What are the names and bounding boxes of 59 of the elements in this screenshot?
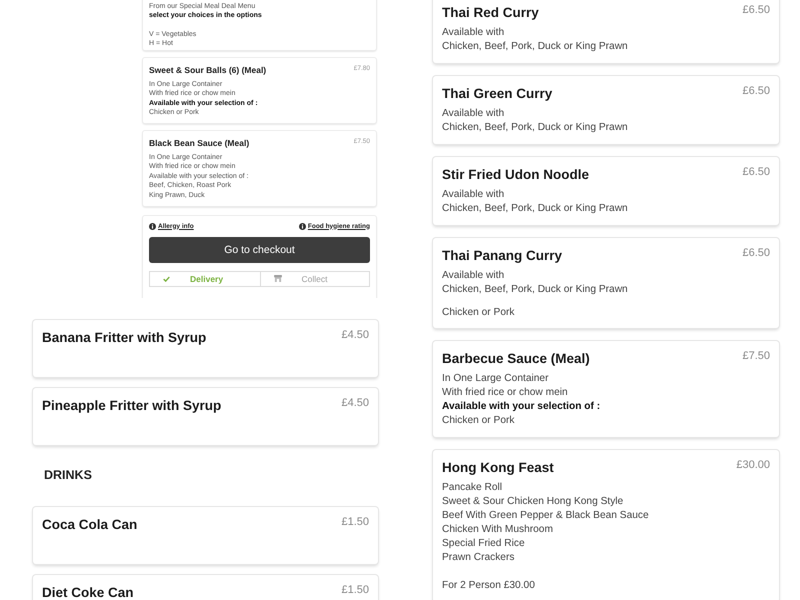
- description-line: For 2 Person £30.00: [442, 579, 536, 593]
- menu-item-card[interactable]: Hong Kong Feast £30.00 Pancake Roll Sweet & Sour Chicken Hong Kong Style Beef With Green Pepper & Black Bean Sauce Chicken With Mushroom Special Fried Rice Prawn Crackers For 2 Person £30.00: [433, 450, 779, 600]
- shop-icon: [274, 275, 282, 282]
- description-line: Available with: [442, 107, 506, 121]
- item-price: £30.00: [736, 458, 770, 472]
- description-line: Available with your selection of :: [442, 400, 602, 414]
- item-price: £6.50: [742, 84, 770, 98]
- item-name: Thai Panang Curry: [442, 248, 562, 263]
- item-name: Banana Fritter with Syrup: [42, 330, 206, 345]
- description-line: Chicken With Mushroom: [442, 523, 554, 537]
- menu-item-card[interactable]: Barbecue Sauce (Meal) £7.50 In One Large Container With fried rice or chow mein Available with your selection of : Chicken or Pork: [433, 341, 779, 437]
- menu-item-card[interactable]: Thai Red Curry £6.50 Available with Chicken, Beef, Pork, Duck or King Prawn: [433, 0, 779, 63]
- description-line: Special Fried Rice: [442, 537, 526, 551]
- menu-item-card[interactable]: Thai Green Curry £6.50 Available with Chicken, Beef, Pork, Duck or King Prawn: [433, 76, 779, 144]
- menu-item-card[interactable]: Thai Panang Curry £6.50 Available with Chicken, Beef, Pork, Duck or King Prawn: [433, 238, 779, 298]
- description-line: Chicken, Beef, Pork, Duck or King Prawn: [442, 283, 629, 297]
- menu-item-card[interactable]: Stir Fried Udon Noodle £6.50 Available with Chicken, Beef, Pork, Duck or King Prawn: [433, 157, 779, 225]
- item-name: Pineapple Fritter with Syrup: [42, 398, 222, 413]
- description-line: Available with: [442, 26, 506, 40]
- description-line: In One Large Container: [442, 372, 550, 386]
- item-name: Sweet & Sour Balls (6) (Meal): [149, 64, 266, 76]
- description-line: Chicken, Beef, Pork, Duck or King Prawn: [442, 121, 629, 135]
- item-name: Barbecue Sauce (Meal): [442, 351, 590, 366]
- item-name: Thai Green Curry: [442, 86, 552, 101]
- item-name: Thai Red Curry: [442, 5, 539, 20]
- description-line: Pancake Roll: [442, 481, 504, 495]
- description-line: Beef With Green Pepper & Black Bean Sauce: [442, 509, 650, 523]
- description-line: Chicken or Pork: [442, 306, 516, 320]
- item-name: Stir Fried Udon Noodle: [442, 167, 589, 182]
- item-price: £1.50: [341, 584, 369, 596]
- item-price: £4.50: [341, 396, 369, 410]
- description-line: Prawn Crackers: [442, 551, 516, 565]
- description-line: Chicken, Beef, Pork, Duck or King Prawn: [442, 40, 629, 54]
- item-price: £6.50: [742, 246, 770, 260]
- description-line: Available with: [442, 188, 506, 202]
- item-price: £4.50: [341, 328, 369, 342]
- description-line: Chicken, Beef, Pork, Duck or King Prawn: [442, 202, 629, 216]
- item-price: £1.50: [341, 516, 369, 528]
- check-icon: [163, 276, 170, 282]
- checkout-button[interactable]: Go to checkout: [149, 236, 370, 262]
- info-icon: [298, 222, 306, 230]
- menu-item-card[interactable]: Banana Fritter with Syrup £4.50: [33, 320, 378, 377]
- item-name: Hong Kong Feast: [442, 460, 554, 475]
- description-line: Sweet & Sour Chicken Hong Kong Style: [442, 495, 624, 509]
- description-line: Available with: [442, 269, 506, 283]
- description-line: With fried rice or chow mein: [442, 386, 569, 400]
- item-price: £6.50: [742, 4, 770, 16]
- menu-item-card[interactable]: Diet Coke Can £1.50: [33, 575, 378, 600]
- info-icon: [149, 222, 156, 230]
- item-price: £6.50: [742, 166, 770, 178]
- item-name: Coca Cola Can: [42, 517, 138, 532]
- menu-item-card[interactable]: Chicken or Pork: [433, 298, 779, 328]
- item-price: £7.50: [742, 350, 770, 362]
- section-heading: DRINKS: [44, 468, 93, 483]
- item-name: Diet Coke Can: [42, 585, 134, 600]
- menu-item-card[interactable]: Coca Cola Can £1.50: [33, 507, 378, 564]
- menu-item-card[interactable]: Pineapple Fritter with Syrup £4.50: [33, 388, 378, 445]
- item-name: Black Bean Sauce (Meal): [149, 136, 250, 148]
- description-line: Chicken or Pork: [442, 414, 516, 428]
